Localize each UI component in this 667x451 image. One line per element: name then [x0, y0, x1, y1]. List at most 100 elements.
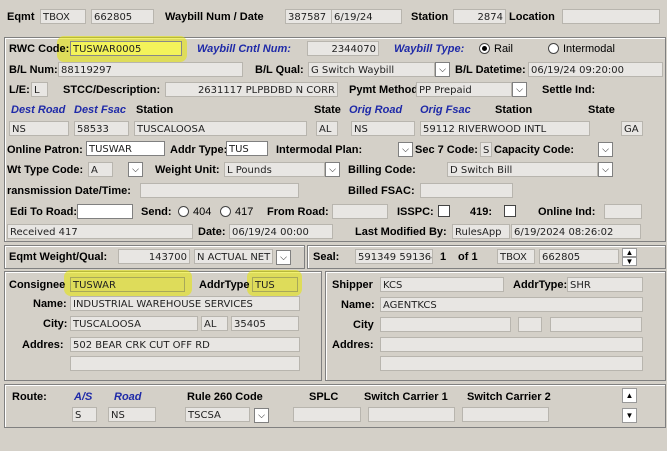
consignee-zip-field[interactable]: 35405 — [231, 316, 299, 331]
shipper-addr-type-field[interactable]: SHR — [567, 277, 643, 292]
type-rail-radio[interactable] — [479, 43, 490, 54]
online-ind-field[interactable] — [604, 204, 642, 219]
bl-num-field[interactable]: 88119297 — [58, 62, 243, 77]
orig-fsac-station-field[interactable]: 59112 RIVERWOOD INTL — [420, 121, 590, 136]
chevron-down-icon[interactable]: ⌵ — [598, 142, 613, 157]
weight-qual-field[interactable]: N ACTUAL NET — [194, 249, 273, 264]
shipper-name-field[interactable]: AGENTKCS — [380, 297, 643, 312]
shipper-state-field[interactable] — [518, 317, 542, 332]
orig-road-field[interactable]: NS — [351, 121, 415, 136]
seal-field[interactable]: 591349 591364 — [355, 249, 433, 264]
chevron-down-icon[interactable]: ⌵ — [598, 162, 613, 177]
consignee-addr-type-field[interactable]: TUS — [252, 277, 298, 292]
eqmt-num-field[interactable]: 662805 — [91, 9, 154, 24]
eqmt-init-field[interactable]: TBOX — [40, 9, 86, 24]
shipper-city-field[interactable] — [380, 317, 511, 332]
pymt-method-field[interactable]: PP Prepaid — [416, 82, 512, 97]
consignee-city-field[interactable]: TUSCALOOSA — [70, 316, 198, 331]
location-field[interactable] — [562, 9, 660, 24]
consignee-state-field[interactable]: AL — [201, 316, 228, 331]
dest-station-field[interactable]: TUSCALOOSA — [134, 121, 307, 136]
waybill-label: Waybill Num / Date — [165, 11, 264, 23]
rwc-code-field[interactable]: TUSWAR0005 — [70, 41, 182, 56]
billed-fsac-field[interactable] — [420, 183, 513, 198]
le-field[interactable]: L — [31, 82, 48, 97]
weight-label: Eqmt Weight/Qual: — [9, 251, 108, 263]
route-splc-label: SPLC — [309, 391, 339, 403]
consignee-address2-field[interactable] — [70, 356, 300, 371]
scroll-down-icon[interactable]: ▼ — [622, 257, 637, 266]
shipper-address2-field[interactable] — [380, 356, 643, 371]
wt-type-field[interactable]: A — [88, 162, 113, 177]
orig-station-label: Station — [495, 104, 533, 116]
orig-state-field[interactable]: GA — [621, 121, 643, 136]
chevron-down-icon[interactable]: ⌵ — [128, 162, 143, 177]
chevron-down-icon[interactable]: ⌵ — [512, 82, 527, 97]
consignee-address-field[interactable]: 502 BEAR CRK CUT OFF RD — [70, 337, 300, 352]
type-intermodal-radio[interactable] — [548, 43, 559, 54]
station-field[interactable]: 2874 — [453, 9, 506, 24]
seal-num-field: 662805 — [539, 249, 619, 264]
weight-unit-field[interactable]: L Pounds — [224, 162, 325, 177]
shipper-zip-field[interactable] — [550, 317, 642, 332]
cntl-num-field[interactable]: 2344070 — [307, 41, 379, 56]
chevron-down-icon[interactable]: ⌵ — [325, 162, 340, 177]
n419-checkbox[interactable] — [504, 205, 516, 217]
scroll-up-icon[interactable]: ▲ — [622, 248, 637, 257]
route-sw2-field[interactable] — [462, 407, 549, 422]
edi-road-field[interactable] — [77, 204, 133, 219]
isspc-checkbox[interactable] — [438, 205, 450, 217]
dest-fsac-field[interactable]: 58533 — [74, 121, 129, 136]
shipper-code-field[interactable]: KCS — [380, 277, 504, 292]
date-field[interactable]: 06/19/24 00:00 — [229, 224, 333, 239]
trans-dt-field[interactable] — [140, 183, 299, 198]
bl-qual-field[interactable]: G Switch Waybill — [308, 62, 435, 77]
send-404-radio[interactable] — [178, 206, 189, 217]
type-rail-label: Rail — [494, 43, 513, 55]
chevron-down-icon[interactable]: ⌵ — [276, 250, 291, 265]
route-as-field[interactable]: S — [72, 407, 97, 422]
route-rule260-field[interactable]: TSCSA — [185, 407, 250, 422]
consignee-code-field[interactable]: TUSWAR — [70, 277, 185, 292]
modified-label: Last Modified By: — [355, 226, 447, 238]
route-sw1-field[interactable] — [368, 407, 455, 422]
addr-type-field[interactable]: TUS — [226, 141, 268, 156]
scroll-down-icon[interactable]: ▼ — [622, 408, 637, 423]
send-417-radio[interactable] — [220, 206, 231, 217]
rwc-code-label: RWC Code: — [9, 43, 70, 55]
dest-road-field[interactable]: NS — [9, 121, 69, 136]
waybill-num-field[interactable]: 387587 — [285, 9, 335, 24]
route-road-field[interactable]: NS — [108, 407, 156, 422]
shipper-label: Shipper — [332, 279, 373, 291]
stcc-field[interactable]: 2631117 PLPBDBD N CORR — [165, 82, 338, 97]
wt-type-label: Wt Type Code: — [7, 164, 84, 176]
bl-datetime-field[interactable]: 06/19/24 09:20:00 — [528, 62, 663, 77]
consignee-name-field[interactable]: INDUSTRIAL WAREHOUSE SERVICES — [70, 296, 300, 311]
chevron-down-icon[interactable]: ⌵ — [435, 62, 450, 77]
from-road-field[interactable] — [332, 204, 388, 219]
addr-type-label: Addr Type: — [170, 144, 228, 156]
billed-fsac-label: Billed FSAC: — [348, 185, 415, 197]
route-sw2-label: Switch Carrier 2 — [467, 391, 551, 403]
send-417-label: 417 — [235, 206, 254, 218]
online-patron-field[interactable]: TUSWAR — [86, 141, 165, 156]
shipper-address-field[interactable] — [380, 337, 643, 352]
waybill-date-field[interactable]: 6/19/24 — [331, 9, 402, 24]
sec7-label: Sec 7 Code: — [415, 144, 478, 156]
stcc-label: STCC/Description: — [63, 84, 161, 96]
scroll-up-icon[interactable]: ▲ — [622, 388, 637, 403]
send-label: Send: — [141, 206, 172, 218]
consignee-addr-type-label: AddrType — [199, 279, 250, 291]
trans-dt-label: ransmission Date/Time: — [7, 185, 131, 197]
seal-of: of 1 — [458, 251, 478, 263]
route-sw1-label: Switch Carrier 1 — [364, 391, 448, 403]
dest-state-field[interactable]: AL — [316, 121, 338, 136]
sec7-field[interactable]: S — [480, 142, 492, 157]
location-label: Location — [509, 11, 555, 23]
weight-field[interactable]: 143700 — [118, 249, 190, 264]
chevron-down-icon[interactable]: ⌵ — [398, 142, 413, 157]
route-splc-field[interactable] — [293, 407, 361, 422]
billing-code-field[interactable]: D Switch Bill — [447, 162, 598, 177]
n419-label: 419: — [470, 206, 493, 218]
chevron-down-icon[interactable]: ⌵ — [254, 408, 269, 423]
